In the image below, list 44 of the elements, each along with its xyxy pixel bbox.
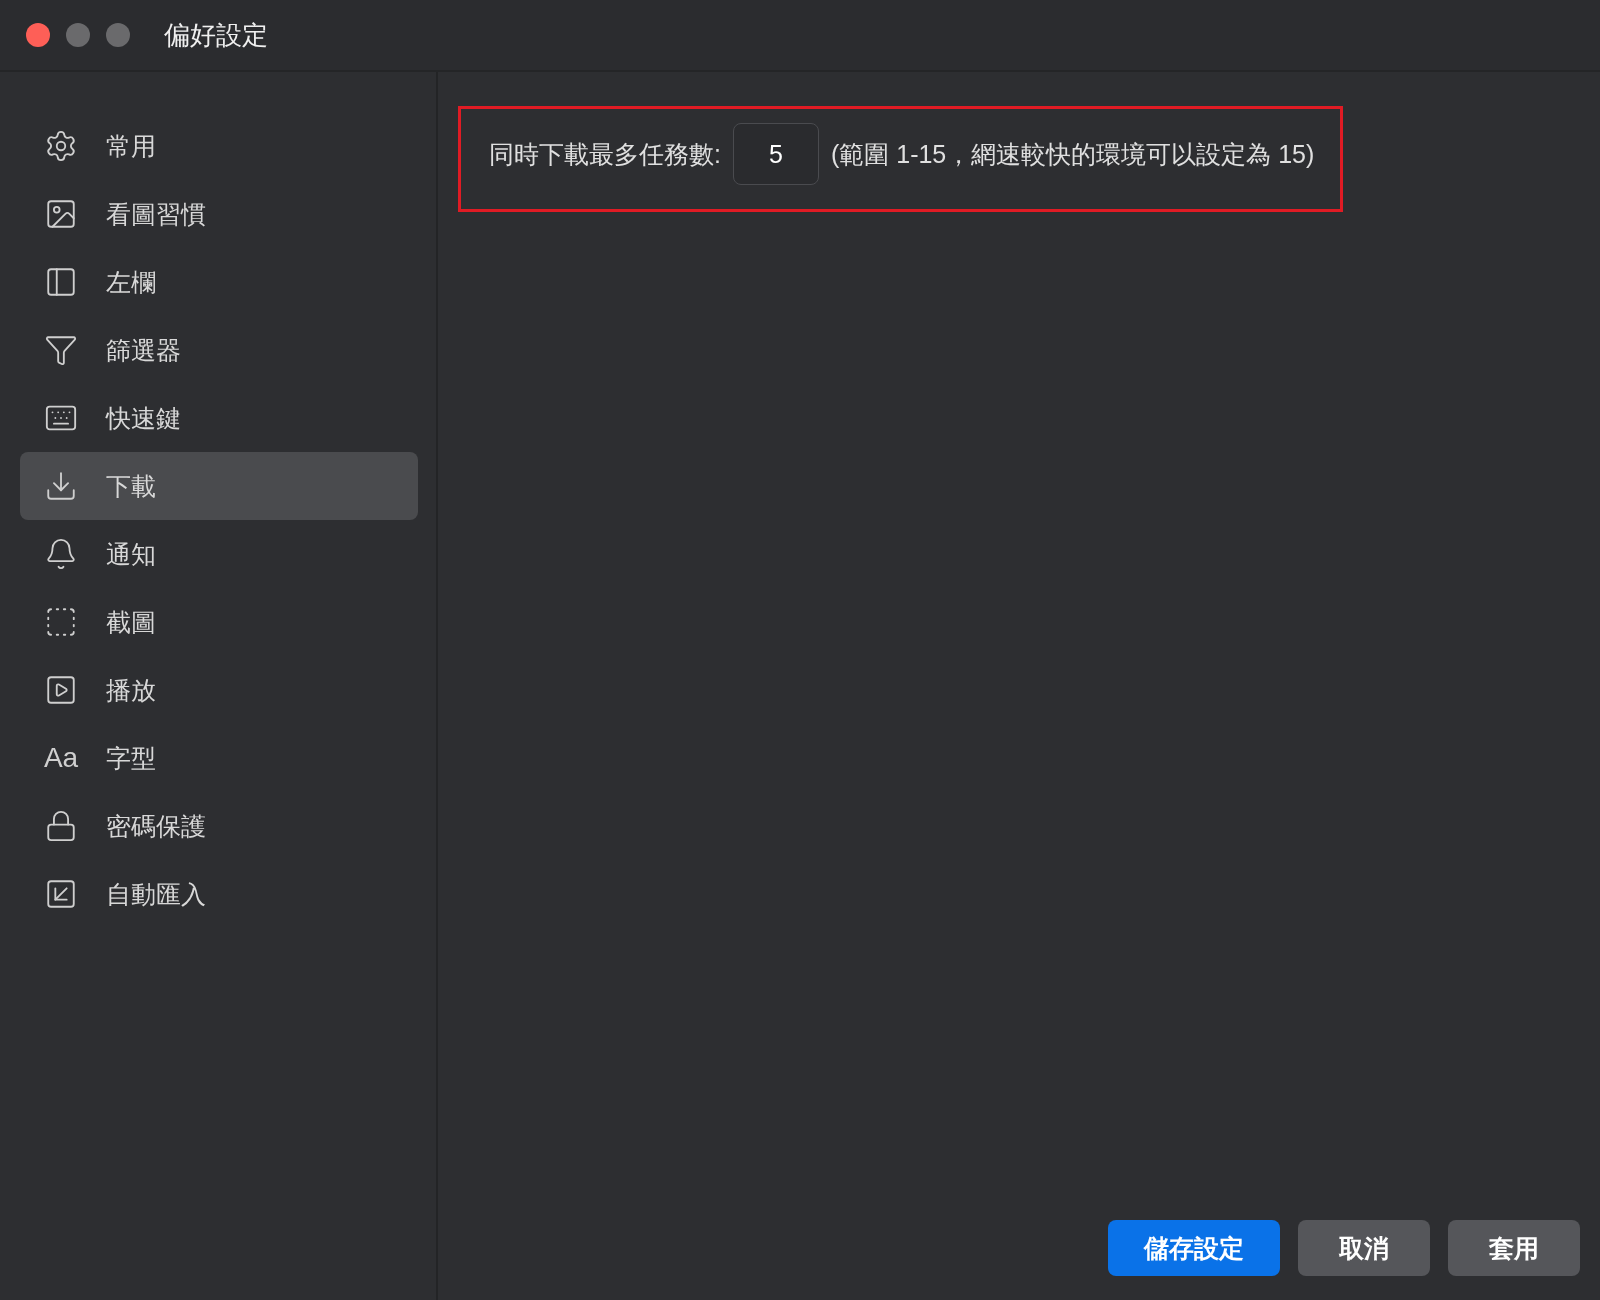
download-icon xyxy=(44,469,78,503)
sidebar-item[interactable]: 篩選器 xyxy=(20,316,418,384)
sidebar-item[interactable]: 下載 xyxy=(20,452,418,520)
sidebar-item[interactable]: 截圖 xyxy=(20,588,418,656)
sidebar-item[interactable]: 播放 xyxy=(20,656,418,724)
sidebar-item[interactable]: Aa 字型 xyxy=(20,724,418,792)
sidebar-item[interactable]: 左欄 xyxy=(20,248,418,316)
save-button[interactable]: 儲存設定 xyxy=(1108,1220,1280,1276)
font-icon: Aa xyxy=(43,744,79,772)
dialog-button[interactable]: 套用 xyxy=(1448,1220,1580,1276)
input-field[interactable]: 5 xyxy=(732,123,819,185)
sidebar-item-label: 下載 xyxy=(106,470,156,502)
sidebar-item-label: 截圖 xyxy=(106,606,156,638)
sidebar-item-label: 播放 xyxy=(106,674,156,706)
sidebar-icon xyxy=(44,265,78,299)
setting-label: 同時下載最多任務數: xyxy=(489,138,721,170)
settings-icon xyxy=(44,129,78,163)
bell-icon xyxy=(44,537,78,571)
sidebar-item-label: 密碼保護 xyxy=(106,810,206,842)
sidebar-item-label: 快速鍵 xyxy=(106,402,181,434)
play-icon xyxy=(44,673,78,707)
sidebar-item-label: 自動匯入 xyxy=(106,878,206,910)
lock-icon xyxy=(44,809,78,843)
sidebar-item-label: 字型 xyxy=(106,742,156,774)
image-icon xyxy=(44,197,78,231)
minimize-icon[interactable] xyxy=(66,23,90,47)
sidebar-item[interactable]: 通知 xyxy=(20,520,418,588)
sidebar-item-label: 看圖習慣 xyxy=(106,198,206,230)
sidebar-item[interactable]: 快速鍵 xyxy=(20,384,418,452)
sidebar-item[interactable]: 密碼保護 xyxy=(20,792,418,860)
filter-icon xyxy=(44,333,78,367)
sidebar-item-label: 常用 xyxy=(106,130,156,162)
close-icon[interactable] xyxy=(26,23,50,47)
sidebar-item[interactable]: 自動匯入 xyxy=(20,860,418,928)
window-title: 偏好設定 xyxy=(164,18,268,52)
sidebar-item-label: 通知 xyxy=(106,538,156,570)
sidebar-item-label: 篩選器 xyxy=(106,334,181,366)
sidebar-item[interactable]: 常用 xyxy=(20,112,418,180)
sidebar-item[interactable]: 看圖習慣 xyxy=(20,180,418,248)
dialog-button[interactable]: 取消 xyxy=(1298,1220,1430,1276)
setting-hint: (範圍 1-15，網速較快的環境可以設定為 15) xyxy=(830,138,1315,170)
dashed-square-icon xyxy=(44,605,78,639)
sidebar-item-label: 左欄 xyxy=(106,266,156,298)
zoom-icon[interactable] xyxy=(106,23,130,47)
